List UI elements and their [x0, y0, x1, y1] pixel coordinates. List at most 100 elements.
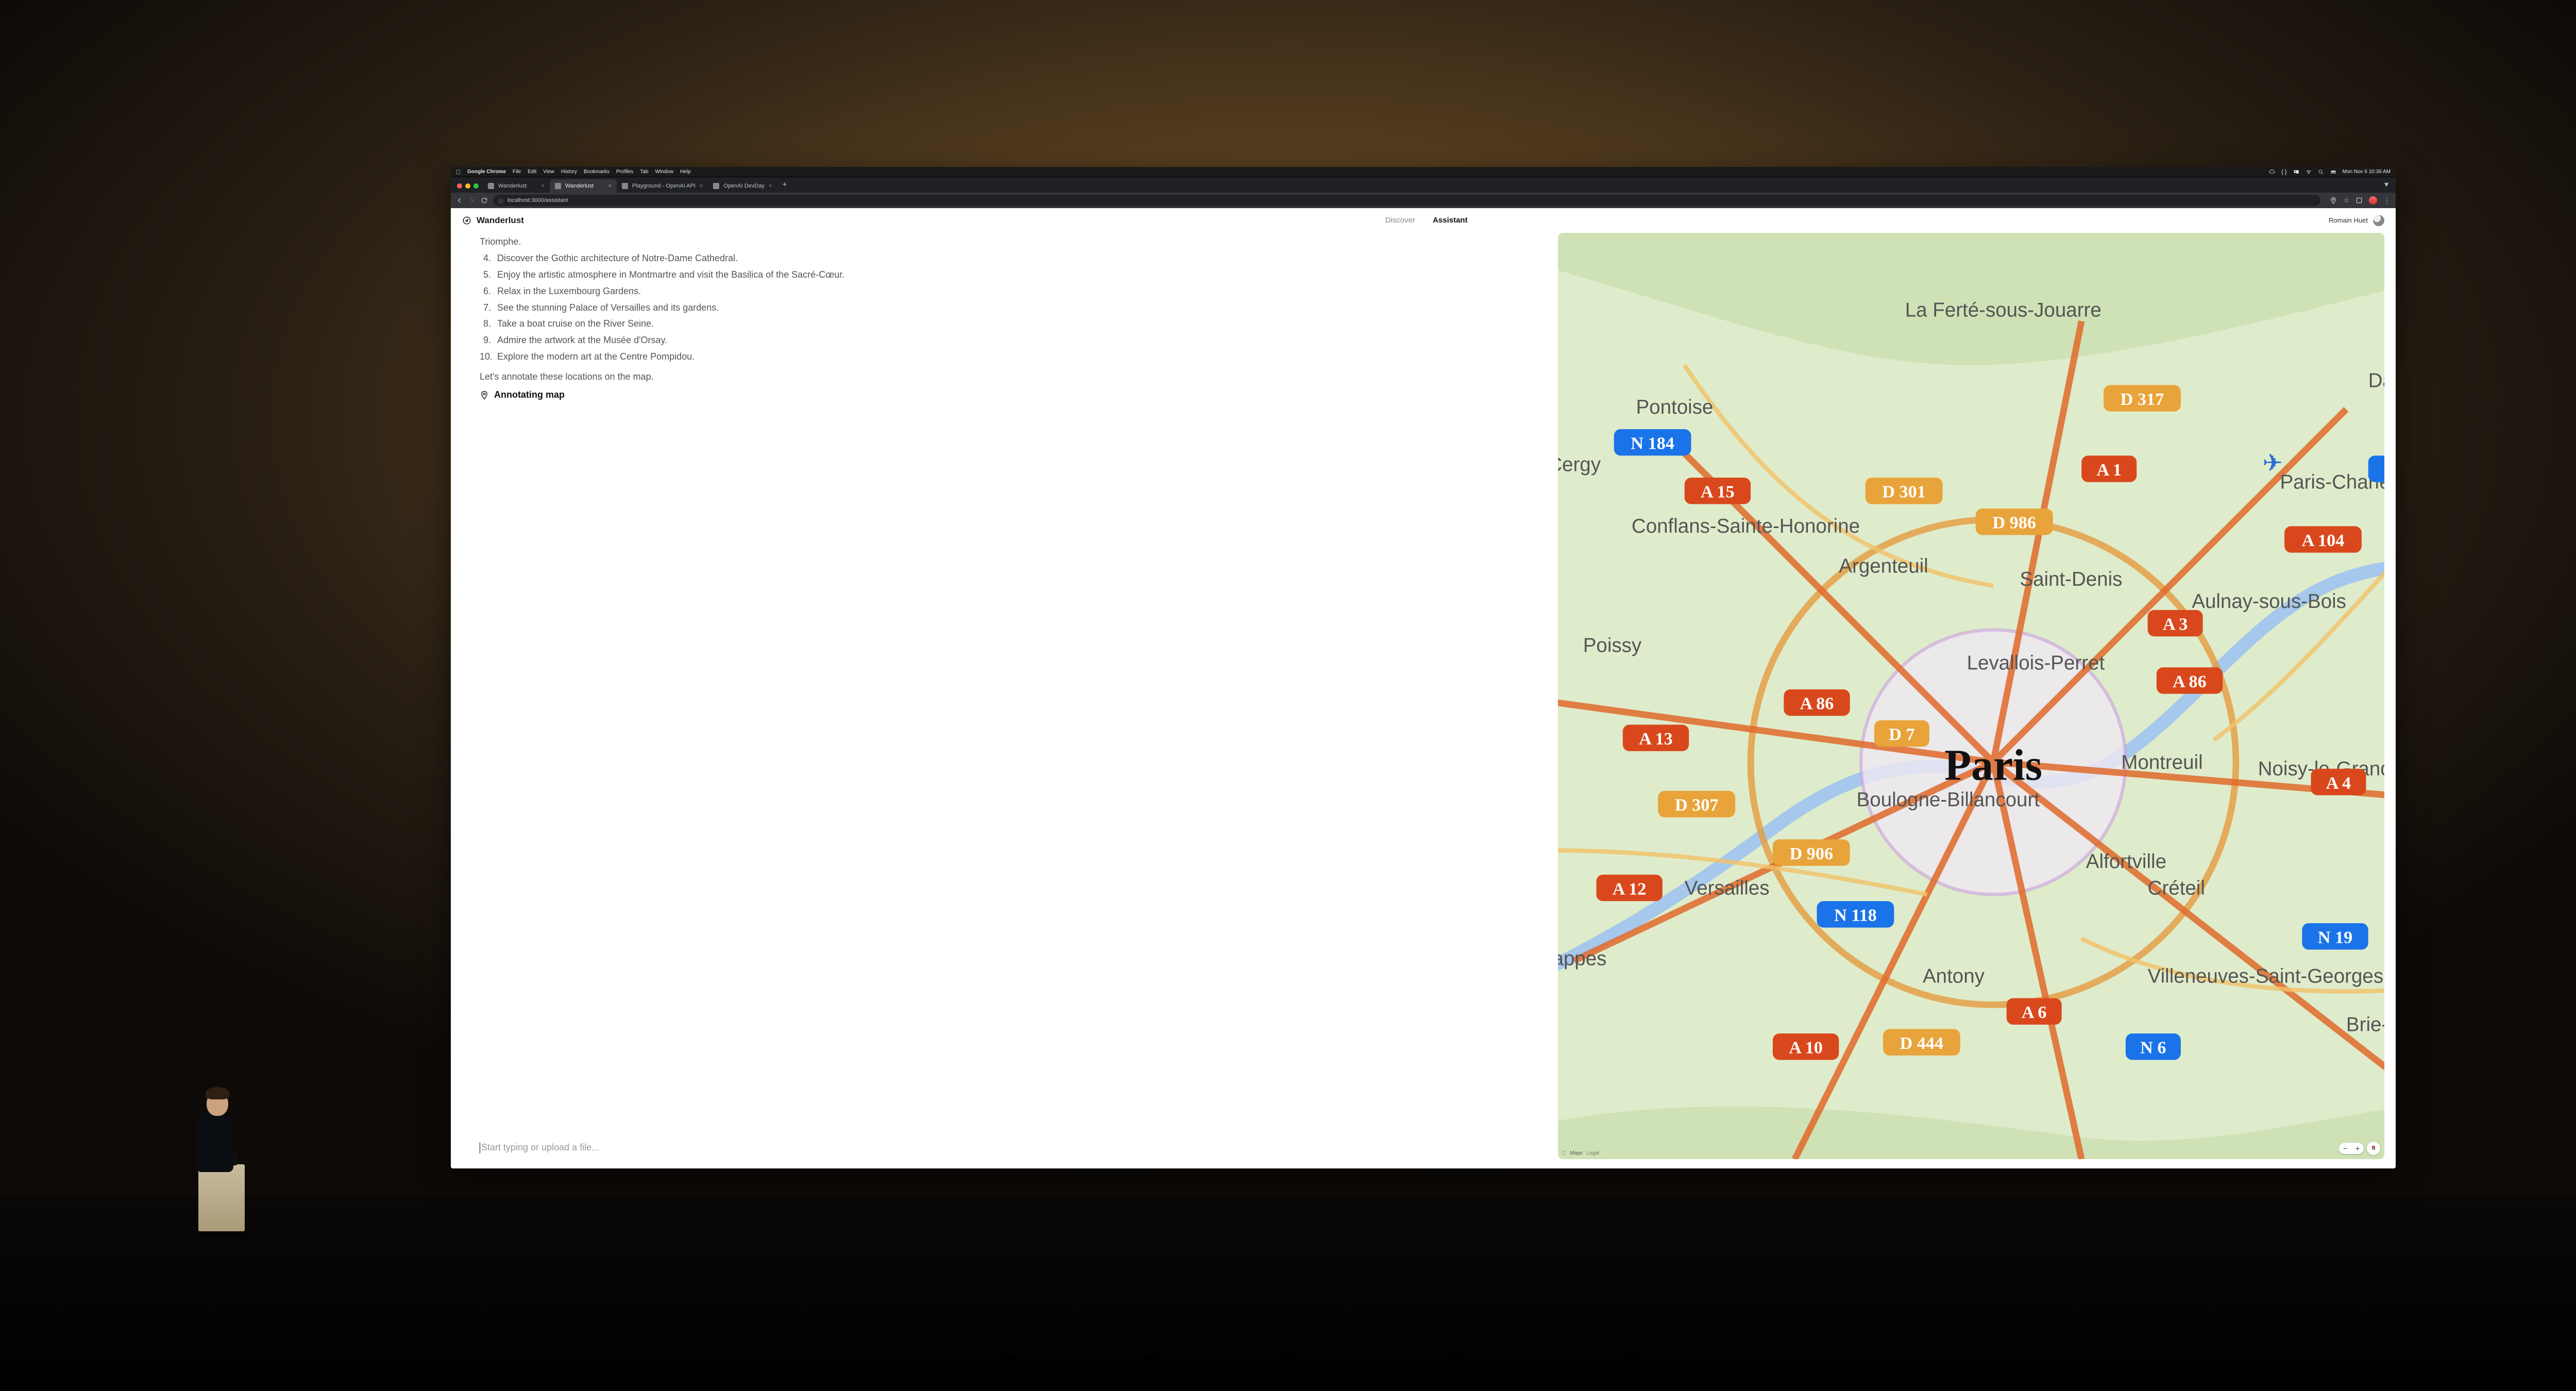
- map-panel[interactable]: Paris-Charles de Gaulle ✈ Paris CergyPon…: [1558, 233, 2384, 1159]
- svg-text:A 12: A 12: [1612, 879, 1646, 898]
- svg-text:D 317: D 317: [2120, 389, 2164, 409]
- svg-text:D 7: D 7: [1889, 725, 1914, 744]
- tab-close-icon[interactable]: ×: [769, 183, 772, 189]
- map-zoom-in-button[interactable]: +: [2351, 1143, 2364, 1154]
- svg-text:A 86: A 86: [1800, 694, 1834, 714]
- extensions-icon[interactable]: [2355, 197, 2363, 204]
- chat-composer[interactable]: Start typing or upload a file...: [480, 1135, 1540, 1159]
- tab-close-icon[interactable]: ×: [608, 183, 612, 189]
- map-place-label: Antony: [1923, 965, 1985, 988]
- road-badge: A 13: [1622, 725, 1688, 751]
- tab-close-icon[interactable]: ×: [541, 183, 545, 189]
- menu-bookmarks[interactable]: Bookmarks: [584, 169, 609, 175]
- menubar-app-name[interactable]: Google Chrome: [467, 169, 506, 175]
- chrome-toolbar: ⓘ localhost:3000/assistant ☆ ⋮: [451, 193, 2396, 208]
- compass-icon: [462, 216, 471, 225]
- map-place-label: Conflans-Sainte-Honorine: [1632, 515, 1860, 537]
- svg-text:D 301: D 301: [1882, 482, 1926, 502]
- bookmark-star-icon[interactable]: ☆: [2343, 196, 2349, 205]
- app-brand-label: Wanderlust: [477, 215, 524, 226]
- chat-column: Triomphe. 4.Discover the Gothic architec…: [462, 233, 1546, 1159]
- browser-tab[interactable]: Wanderlust×: [550, 179, 617, 193]
- app-viewport: Wanderlust Discover Assistant Romain Huet…: [451, 208, 2396, 1168]
- stage-manager-icon[interactable]: [2293, 169, 2299, 175]
- user-menu[interactable]: Romain Huet: [2329, 215, 2384, 226]
- address-bar[interactable]: ⓘ localhost:3000/assistant: [493, 195, 2320, 206]
- svg-text:A 4: A 4: [2326, 773, 2351, 793]
- window-minimize-button[interactable]: [465, 183, 470, 189]
- tab-overflow-icon[interactable]: ▾: [2381, 179, 2392, 193]
- map-place-label: Créteil: [2147, 877, 2205, 899]
- menu-history[interactable]: History: [561, 169, 577, 175]
- map-place-label: Brie-Comte-Robert: [2346, 1014, 2384, 1036]
- road-badge: N 118: [1817, 901, 1894, 927]
- road-badge: A 86: [1784, 689, 1850, 716]
- audience-silhouettes: [0, 1238, 2576, 1391]
- nav-discover[interactable]: Discover: [1385, 216, 1415, 225]
- back-button[interactable]: [456, 197, 463, 204]
- window-close-button[interactable]: [457, 183, 462, 189]
- road-badge: D 906: [1773, 839, 1850, 866]
- apple-menu-icon[interactable]: : [456, 168, 461, 176]
- window-zoom-button[interactable]: [473, 183, 479, 189]
- nav-assistant[interactable]: Assistant: [1433, 216, 1468, 225]
- menu-file[interactable]: File: [513, 169, 521, 175]
- svg-text:D 444: D 444: [1900, 1033, 1943, 1053]
- url-text: localhost:3000/assistant: [507, 197, 568, 203]
- tab-close-icon[interactable]: ×: [700, 183, 703, 189]
- map-center-label: Paris: [1944, 741, 2042, 790]
- projected-screen:  Google Chrome File Edit View History B…: [451, 167, 2396, 1168]
- map-compass-button[interactable]: N: [2367, 1142, 2380, 1155]
- browser-tab[interactable]: Wanderlust×: [483, 179, 550, 193]
- road-badge: A 10: [1773, 1033, 1839, 1060]
- road-badge: A 3: [2147, 610, 2202, 636]
- list-fragment-previous: Triomphe.: [480, 235, 1540, 249]
- browser-tab[interactable]: OpenAI DevDay ×: [708, 179, 777, 193]
- chrome-menu-icon[interactable]: ⋮: [2383, 196, 2391, 205]
- map-place-label: Aulnay-sous-Bois: [2192, 590, 2346, 613]
- list-item: 5.Enjoy the artistic atmosphere in Montm…: [480, 268, 1540, 282]
- map-place-label: Alfortville: [2086, 851, 2166, 873]
- map-place-label: Saint-Denis: [2020, 568, 2122, 590]
- menu-help[interactable]: Help: [680, 169, 691, 175]
- map-place-label: Villeneuves-Saint-Georges: [2147, 965, 2383, 988]
- spotlight-icon[interactable]: [2318, 169, 2324, 175]
- chrome-tabstrip: Wanderlust×Wanderlust×Playground - OpenA…: [451, 177, 2396, 193]
- svg-text:A 104: A 104: [2301, 531, 2344, 550]
- svg-text:A 15: A 15: [1701, 482, 1735, 502]
- svg-text:D 986: D 986: [1992, 513, 2036, 533]
- tab-title: OpenAI DevDay: [723, 183, 764, 189]
- presenter-figure: [193, 1087, 240, 1231]
- new-tab-button[interactable]: +: [777, 180, 792, 193]
- app-brand[interactable]: Wanderlust: [462, 215, 524, 226]
- map-canvas[interactable]: Paris-Charles de Gaulle ✈ Paris CergyPon…: [1558, 233, 2384, 1159]
- svg-text:A 1: A 1: [2096, 460, 2122, 480]
- chrome-profile-avatar[interactable]: [2369, 196, 2377, 205]
- map-zoom-out-button[interactable]: −: [2339, 1143, 2351, 1154]
- tool-status: Annotating map: [480, 389, 1540, 400]
- braces-icon[interactable]: { }: [2281, 169, 2286, 175]
- forward-button[interactable]: [468, 197, 476, 204]
- menubar-clock[interactable]: Mon Nov 6 10:36 AM: [2343, 169, 2391, 175]
- site-info-icon[interactable]: ⓘ: [498, 197, 503, 205]
- svg-text:N 184: N 184: [1631, 434, 1674, 453]
- menu-profiles[interactable]: Profiles: [616, 169, 633, 175]
- road-badge: A 15: [1684, 478, 1750, 504]
- list-item: 7.See the stunning Palace of Versailles …: [480, 301, 1540, 315]
- cloud-sync-icon[interactable]: [2269, 169, 2275, 175]
- menu-window[interactable]: Window: [655, 169, 674, 175]
- browser-tab[interactable]: Playground - OpenAI API×: [617, 179, 708, 193]
- road-badge: N 19: [2302, 923, 2368, 949]
- menu-edit[interactable]: Edit: [528, 169, 536, 175]
- list-item: 10.Explore the modern art at the Centre …: [480, 350, 1540, 364]
- reload-button[interactable]: [481, 197, 488, 204]
- control-center-icon[interactable]: [2330, 169, 2336, 175]
- location-extension-icon[interactable]: [2330, 197, 2337, 204]
- tab-favicon: [555, 183, 561, 189]
- map-attrib-legal[interactable]: Legal: [1587, 1150, 1599, 1156]
- wifi-icon[interactable]: [2306, 169, 2312, 175]
- menu-tab[interactable]: Tab: [640, 169, 648, 175]
- tab-favicon: [488, 183, 494, 189]
- list-item: 8.Take a boat cruise on the River Seine.: [480, 317, 1540, 331]
- menu-view[interactable]: View: [543, 169, 554, 175]
